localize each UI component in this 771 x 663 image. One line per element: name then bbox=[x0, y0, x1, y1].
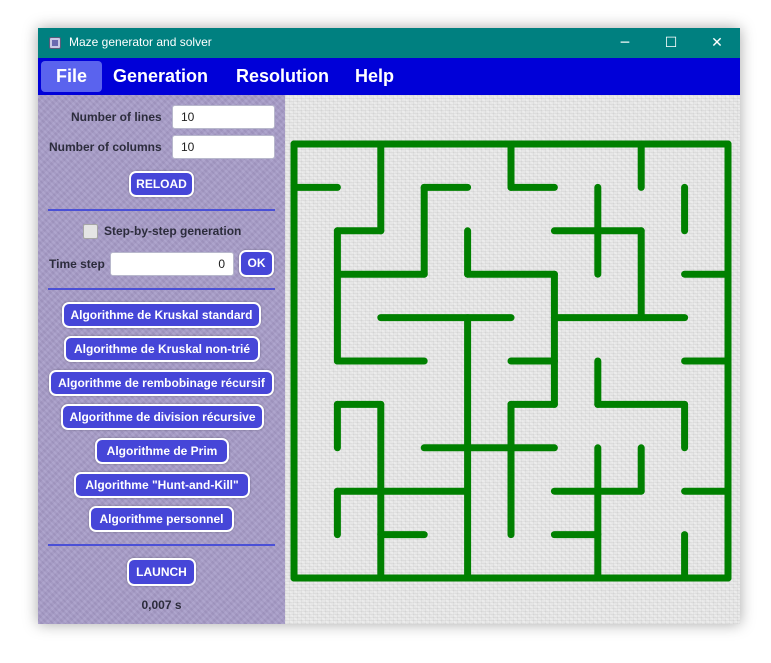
menu-generation[interactable]: Generation bbox=[98, 61, 223, 92]
ok-button[interactable]: OK bbox=[239, 250, 274, 277]
maze bbox=[290, 140, 732, 582]
elapsed-time: 0,007 s bbox=[141, 598, 182, 612]
reload-button[interactable]: RELOAD bbox=[129, 171, 194, 197]
prim-button[interactable]: Algorithme de Prim bbox=[95, 438, 229, 464]
columns-input[interactable] bbox=[172, 135, 275, 159]
lines-input[interactable] bbox=[172, 105, 275, 129]
separator bbox=[48, 544, 275, 546]
kruskal-unsorted-button[interactable]: Algorithme de Kruskal non-trié bbox=[64, 336, 260, 362]
settings-panel: Number of lines Number of columns RELOAD… bbox=[38, 95, 285, 624]
menu-resolution[interactable]: Resolution bbox=[221, 61, 344, 92]
lines-label: Number of lines bbox=[71, 110, 162, 124]
personal-algorithm-button[interactable]: Algorithme personnel bbox=[89, 506, 234, 532]
time-step-label: Time step bbox=[49, 257, 105, 271]
menu-file[interactable]: File bbox=[41, 61, 103, 92]
window-title: Maze generator and solver bbox=[69, 35, 212, 49]
recursive-division-button[interactable]: Algorithme de division récursive bbox=[61, 404, 264, 430]
menu-bar: File Generation Resolution Help bbox=[38, 58, 740, 95]
recursive-backtracker-button[interactable]: Algorithme de rembobinage récursif bbox=[49, 370, 274, 396]
app-icon bbox=[49, 37, 61, 49]
kruskal-standard-button[interactable]: Algorithme de Kruskal standard bbox=[62, 302, 261, 328]
launch-button[interactable]: LAUNCH bbox=[127, 558, 196, 586]
close-icon[interactable]: ✕ bbox=[694, 28, 740, 58]
maximize-icon[interactable]: ☐ bbox=[648, 28, 694, 58]
maze-canvas bbox=[285, 95, 740, 624]
menu-help[interactable]: Help bbox=[340, 61, 409, 92]
app-window: Maze generator and solver ─ ☐ ✕ File Gen… bbox=[38, 28, 740, 624]
step-by-step-checkbox[interactable] bbox=[83, 224, 98, 239]
step-by-step-label: Step-by-step generation bbox=[104, 224, 242, 238]
separator bbox=[48, 288, 275, 290]
separator bbox=[48, 209, 275, 211]
title-bar: Maze generator and solver ─ ☐ ✕ bbox=[38, 28, 740, 58]
columns-label: Number of columns bbox=[49, 140, 162, 154]
time-step-input[interactable] bbox=[110, 252, 234, 276]
hunt-and-kill-button[interactable]: Algorithme "Hunt-and-Kill" bbox=[74, 472, 250, 498]
minimize-icon[interactable]: ─ bbox=[602, 28, 648, 58]
